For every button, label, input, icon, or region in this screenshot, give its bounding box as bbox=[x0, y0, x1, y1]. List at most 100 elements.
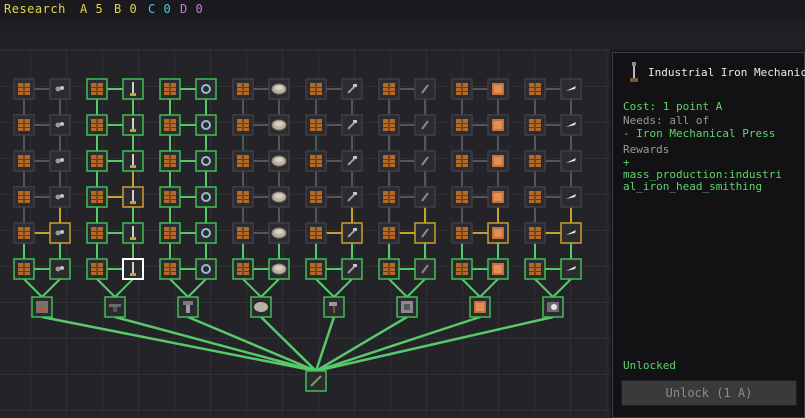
tree-branch-node-7[interactable] bbox=[542, 296, 564, 318]
tree-node-c6-r5-a[interactable] bbox=[451, 258, 473, 280]
tree-node-c0-r1-a[interactable] bbox=[13, 114, 35, 136]
tree-node-c4-r2-b[interactable] bbox=[341, 150, 363, 172]
tree-node-c7-r5-a[interactable] bbox=[524, 258, 546, 280]
tree-node-c6-r2-a[interactable] bbox=[451, 150, 473, 172]
tree-node-c5-r3-a[interactable] bbox=[378, 186, 400, 208]
tree-node-c7-r4-b[interactable] bbox=[560, 222, 582, 244]
tree-node-c7-r2-a[interactable] bbox=[524, 150, 546, 172]
tree-node-c7-r1-a[interactable] bbox=[524, 114, 546, 136]
tree-node-c6-r5-b[interactable] bbox=[487, 258, 509, 280]
tree-branch-node-6[interactable] bbox=[469, 296, 491, 318]
tree-node-c4-r4-b[interactable] bbox=[341, 222, 363, 244]
unlock-button[interactable]: Unlock (1 A) bbox=[621, 380, 797, 406]
tree-node-c6-r3-a[interactable] bbox=[451, 186, 473, 208]
tree-node-c6-r1-a[interactable] bbox=[451, 114, 473, 136]
tree-node-c4-r0-b[interactable] bbox=[341, 78, 363, 100]
tree-node-c2-r5-b[interactable] bbox=[195, 258, 217, 280]
tree-node-c4-r0-a[interactable] bbox=[305, 78, 327, 100]
tree-node-c3-r1-b[interactable] bbox=[268, 114, 290, 136]
tree-node-c0-r5-b[interactable] bbox=[49, 258, 71, 280]
tree-node-c1-r4-b[interactable] bbox=[122, 222, 144, 244]
tree-branch-node-2[interactable] bbox=[177, 296, 199, 318]
tree-node-c3-r4-a[interactable] bbox=[232, 222, 254, 244]
tree-node-c3-r3-a[interactable] bbox=[232, 186, 254, 208]
tree-node-c7-r0-a[interactable] bbox=[524, 78, 546, 100]
tree-node-c4-r2-a[interactable] bbox=[305, 150, 327, 172]
tree-node-c7-r4-a[interactable] bbox=[524, 222, 546, 244]
tree-node-c2-r5-a[interactable] bbox=[159, 258, 181, 280]
tree-node-c1-r2-a[interactable] bbox=[86, 150, 108, 172]
tree-node-c4-r1-a[interactable] bbox=[305, 114, 327, 136]
tree-node-c7-r0-b[interactable] bbox=[560, 78, 582, 100]
tree-node-c3-r3-b[interactable] bbox=[268, 186, 290, 208]
tree-node-c5-r3-b[interactable] bbox=[414, 186, 436, 208]
tree-node-c7-r2-b[interactable] bbox=[560, 150, 582, 172]
tree-node-c6-r3-b[interactable] bbox=[487, 186, 509, 208]
tree-node-c3-r2-b[interactable] bbox=[268, 150, 290, 172]
tree-node-c0-r2-a[interactable] bbox=[13, 150, 35, 172]
research-tree-area[interactable] bbox=[0, 48, 610, 418]
tree-node-c0-r1-b[interactable] bbox=[49, 114, 71, 136]
tree-branch-node-3[interactable] bbox=[250, 296, 272, 318]
tree-node-c6-r0-a[interactable] bbox=[451, 78, 473, 100]
tree-branch-node-4[interactable] bbox=[323, 296, 345, 318]
tree-node-c4-r4-a[interactable] bbox=[305, 222, 327, 244]
tree-node-c5-r1-b[interactable] bbox=[414, 114, 436, 136]
tree-node-c4-r5-b[interactable] bbox=[341, 258, 363, 280]
tree-node-c2-r2-b[interactable] bbox=[195, 150, 217, 172]
tree-node-c1-r4-a[interactable] bbox=[86, 222, 108, 244]
tree-node-c5-r1-a[interactable] bbox=[378, 114, 400, 136]
tree-node-c3-r0-a[interactable] bbox=[232, 78, 254, 100]
tree-node-c0-r0-a[interactable] bbox=[13, 78, 35, 100]
tree-node-c3-r5-a[interactable] bbox=[232, 258, 254, 280]
research-tree[interactable] bbox=[0, 48, 610, 418]
tree-node-c6-r4-a[interactable] bbox=[451, 222, 473, 244]
tree-node-c0-r2-b[interactable] bbox=[49, 150, 71, 172]
tree-node-c7-r1-b[interactable] bbox=[560, 114, 582, 136]
tree-branch-node-0[interactable] bbox=[31, 296, 53, 318]
tree-node-c1-r5-b[interactable] bbox=[122, 258, 144, 280]
tree-node-c3-r4-b[interactable] bbox=[268, 222, 290, 244]
tree-node-c2-r0-a[interactable] bbox=[159, 78, 181, 100]
tree-node-c4-r5-a[interactable] bbox=[305, 258, 327, 280]
tree-node-c1-r3-b[interactable] bbox=[122, 186, 144, 208]
tree-node-c6-r0-b[interactable] bbox=[487, 78, 509, 100]
tree-node-c4-r3-a[interactable] bbox=[305, 186, 327, 208]
tree-node-c0-r4-b[interactable] bbox=[49, 222, 71, 244]
tree-node-c2-r1-b[interactable] bbox=[195, 114, 217, 136]
tree-root-node[interactable] bbox=[305, 370, 327, 392]
tree-node-c3-r2-a[interactable] bbox=[232, 150, 254, 172]
tree-node-c4-r1-b[interactable] bbox=[341, 114, 363, 136]
tree-node-c3-r5-b[interactable] bbox=[268, 258, 290, 280]
tree-node-c4-r3-b[interactable] bbox=[341, 186, 363, 208]
tree-branch-node-1[interactable] bbox=[104, 296, 126, 318]
tree-node-c0-r0-b[interactable] bbox=[49, 78, 71, 100]
tree-node-c5-r2-a[interactable] bbox=[378, 150, 400, 172]
tree-node-c5-r5-a[interactable] bbox=[378, 258, 400, 280]
tree-node-c2-r2-a[interactable] bbox=[159, 150, 181, 172]
tree-node-c5-r5-b[interactable] bbox=[414, 258, 436, 280]
tree-node-c5-r0-a[interactable] bbox=[378, 78, 400, 100]
tree-node-c0-r5-a[interactable] bbox=[13, 258, 35, 280]
tree-node-c2-r3-b[interactable] bbox=[195, 186, 217, 208]
tree-node-c1-r0-b[interactable] bbox=[122, 78, 144, 100]
tree-node-c2-r4-a[interactable] bbox=[159, 222, 181, 244]
tree-node-c2-r0-b[interactable] bbox=[195, 78, 217, 100]
tree-node-c3-r0-b[interactable] bbox=[268, 78, 290, 100]
tree-node-c2-r1-a[interactable] bbox=[159, 114, 181, 136]
tree-node-c7-r3-a[interactable] bbox=[524, 186, 546, 208]
tree-node-c1-r2-b[interactable] bbox=[122, 150, 144, 172]
tree-node-c7-r3-b[interactable] bbox=[560, 186, 582, 208]
tree-node-c2-r4-b[interactable] bbox=[195, 222, 217, 244]
tree-node-c0-r3-a[interactable] bbox=[13, 186, 35, 208]
tree-node-c1-r1-b[interactable] bbox=[122, 114, 144, 136]
tree-node-c0-r3-b[interactable] bbox=[49, 186, 71, 208]
tree-node-c5-r0-b[interactable] bbox=[414, 78, 436, 100]
tree-node-c6-r1-b[interactable] bbox=[487, 114, 509, 136]
tree-node-c0-r4-a[interactable] bbox=[13, 222, 35, 244]
tree-node-c2-r3-a[interactable] bbox=[159, 186, 181, 208]
tree-node-c5-r4-a[interactable] bbox=[378, 222, 400, 244]
tree-node-c1-r0-a[interactable] bbox=[86, 78, 108, 100]
tree-node-c6-r4-b[interactable] bbox=[487, 222, 509, 244]
tree-node-c5-r2-b[interactable] bbox=[414, 150, 436, 172]
